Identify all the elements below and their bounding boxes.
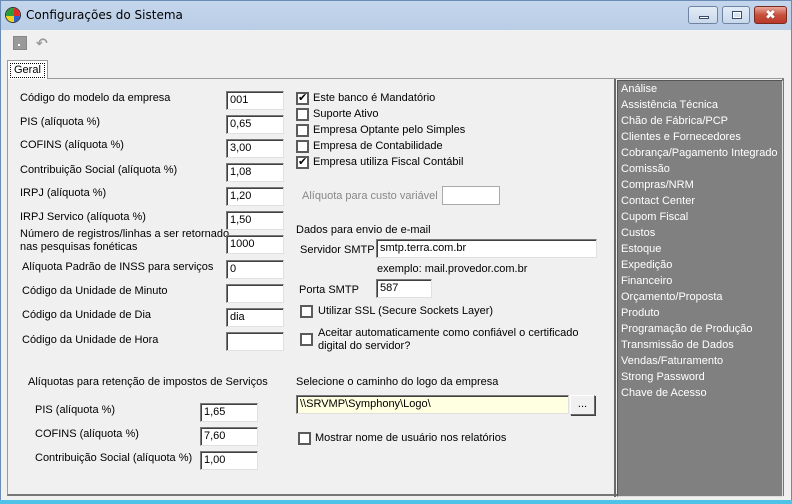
model-code-input[interactable]: 001	[226, 91, 284, 110]
retention-csll-label: Contribuição Social (alíquota %)	[35, 452, 193, 464]
field-label-inss: Alíquota Padrão de INSS para serviços	[22, 261, 214, 273]
auto-trust-cert-label-2[interactable]: digital do servidor?	[318, 340, 410, 353]
accounting-company-checkbox[interactable]	[296, 140, 309, 153]
field-label-phonetic-rows-1: Número de registros/linhas a ser retorna…	[20, 228, 230, 240]
minimize-icon	[699, 16, 709, 19]
module-list-item[interactable]: Estoque	[618, 241, 782, 257]
retention-pis-label: PIS (alíquota %)	[35, 404, 116, 416]
minimize-button[interactable]	[688, 6, 718, 24]
smtp-server-input[interactable]: smtp.terra.com.br	[376, 239, 597, 258]
retention-cofins-label: COFINS (alíquota %)	[35, 428, 139, 440]
module-list-item[interactable]: Strong Password	[618, 369, 782, 385]
retention-pis-input[interactable]: 1,65	[200, 403, 258, 422]
simples-checkbox[interactable]	[296, 124, 309, 137]
app-icon	[5, 7, 21, 23]
field-label-pis: PIS (alíquota %)	[20, 116, 101, 128]
pis-input[interactable]: 0,65	[226, 115, 284, 134]
tab-geral[interactable]: Geral	[7, 60, 48, 79]
field-label-phonetic-rows-2: nas pesquisas fonéticas	[20, 241, 138, 253]
module-list-item[interactable]: Financeiro	[618, 273, 782, 289]
ssl-checkbox[interactable]	[300, 305, 313, 318]
retention-cofins-input[interactable]: 7,60	[200, 427, 258, 446]
simples-label[interactable]: Empresa Optante pelo Simples	[313, 124, 465, 137]
cofins-input[interactable]: 3,00	[226, 139, 284, 158]
show-username-label[interactable]: Mostrar nome de usuário nos relatórios	[315, 432, 506, 445]
unit-minute-input[interactable]	[226, 284, 284, 303]
module-list-item[interactable]: Produto	[618, 305, 782, 321]
module-list-item[interactable]: Análise	[618, 81, 782, 97]
module-list-item[interactable]: Chave de Acesso	[618, 385, 782, 401]
module-list-item[interactable]: Orçamento/Proposta	[618, 289, 782, 305]
module-list-item[interactable]: Cobrança/Pagamento Integrado	[618, 145, 782, 161]
window-bottom-border	[0, 500, 792, 504]
close-icon: ✖	[765, 7, 776, 22]
fiscal-accounting-checkbox[interactable]	[296, 155, 309, 169]
module-list-item[interactable]: Compras/NRM	[618, 177, 782, 193]
module-list-item[interactable]: Cupom Fiscal	[618, 209, 782, 225]
fiscal-accounting-label[interactable]: Empresa utiliza Fiscal Contábil	[313, 156, 463, 169]
mandatory-db-label[interactable]: Este banco é Mandatório	[313, 92, 435, 105]
irpj-input[interactable]: 1,20	[226, 187, 284, 206]
save-icon[interactable]	[13, 36, 27, 50]
field-label-unit-hour: Código da Unidade de Hora	[22, 334, 159, 346]
retention-csll-input[interactable]: 1,00	[200, 451, 258, 470]
field-label-unit-minute: Código da Unidade de Minuto	[22, 285, 168, 297]
modules-list[interactable]: Análise Assistência Técnica Chão de Fábric…	[617, 80, 783, 497]
module-list-item[interactable]: Assistência Técnica	[618, 97, 782, 113]
module-list-item[interactable]: Expedição	[618, 257, 782, 273]
title-bar[interactable]: Configurações do Sistema ✖	[1, 1, 791, 30]
variable-cost-label: Alíquota para custo variável	[302, 190, 438, 202]
field-label-unit-day: Código da Unidade de Dia	[22, 309, 152, 321]
module-list-item[interactable]: Clientes e Fornecedores	[618, 129, 782, 145]
auto-trust-cert-checkbox[interactable]	[300, 333, 313, 346]
module-list-item[interactable]: Vendas/Faturamento	[618, 353, 782, 369]
maximize-button[interactable]	[722, 6, 750, 24]
module-list-item[interactable]: Transmissão de Dados	[618, 337, 782, 353]
field-label-cofins: COFINS (alíquota %)	[20, 139, 124, 151]
module-list-item[interactable]: Programação de Produção	[618, 321, 782, 337]
undo-icon[interactable]: ↶	[36, 36, 50, 50]
variable-cost-input	[442, 186, 500, 205]
smtp-example-text: exemplo: mail.provedor.com.br	[377, 263, 528, 275]
tab-geral-label: Geral	[10, 63, 45, 78]
module-list-item[interactable]: Custos	[618, 225, 782, 241]
email-section-title: Dados para envio de e-mail	[296, 224, 431, 236]
auto-trust-cert-label-1[interactable]: Aceitar automaticamente como confiável o…	[318, 327, 578, 340]
active-support-checkbox[interactable]	[296, 108, 309, 121]
accounting-company-label[interactable]: Empresa de Contabilidade	[313, 140, 443, 153]
logo-path-input[interactable]: \\SRVMP\Symphony\Logo\	[296, 395, 569, 414]
module-list-item[interactable]: Contact Center	[618, 193, 782, 209]
window-title: Configurações do Sistema	[26, 8, 183, 22]
panel-divider	[614, 79, 616, 497]
module-list-item[interactable]: Chão de Fábrica/PCP	[618, 113, 782, 129]
inss-input[interactable]: 0	[226, 260, 284, 279]
contribuicao-social-input[interactable]: 1,08	[226, 163, 284, 182]
mandatory-db-checkbox[interactable]	[296, 91, 309, 105]
smtp-server-label: Servidor SMTP	[300, 244, 375, 256]
unit-day-input[interactable]: dia	[226, 308, 284, 327]
field-label-contribuicao-social: Contribuição Social (alíquota %)	[20, 164, 178, 176]
module-list-item[interactable]: Comissão	[618, 161, 782, 177]
close-button[interactable]: ✖	[754, 6, 787, 24]
field-label-irpj-servico: IRPJ Servico (alíquota %)	[20, 211, 146, 223]
active-support-label[interactable]: Suporte Ativo	[313, 108, 378, 121]
field-label-model-code: Código do modelo da empresa	[20, 92, 171, 104]
phonetic-rows-input[interactable]: 1000	[226, 235, 284, 254]
ssl-label[interactable]: Utilizar SSL (Secure Sockets Layer)	[318, 305, 493, 318]
irpj-servico-input[interactable]: 1,50	[226, 211, 284, 230]
logo-path-label: Selecione o caminho do logo da empresa	[296, 376, 499, 388]
unit-hour-input[interactable]	[226, 332, 284, 351]
browse-logo-button[interactable]: ...	[570, 395, 595, 415]
maximize-icon	[732, 11, 742, 19]
retention-title: Alíquotas para retenção de impostos de S…	[28, 376, 268, 388]
show-username-checkbox[interactable]	[298, 432, 311, 445]
field-label-irpj: IRPJ (alíquota %)	[20, 187, 107, 199]
smtp-port-label: Porta SMTP	[299, 284, 359, 296]
smtp-port-input[interactable]: 587	[376, 279, 432, 298]
